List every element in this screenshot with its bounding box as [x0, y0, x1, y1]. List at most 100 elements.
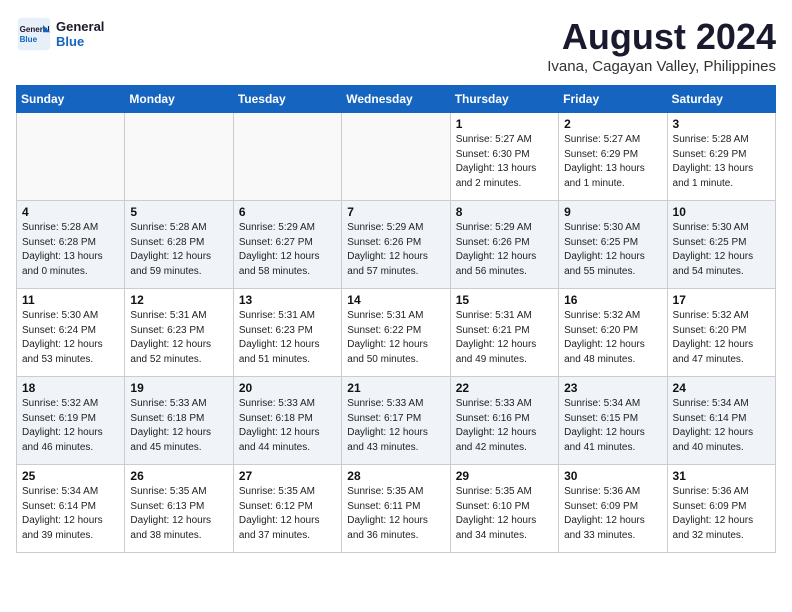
- day-info: Sunrise: 5:28 AM Sunset: 6:28 PM Dayligh…: [130, 221, 227, 279]
- day-number: 24: [673, 381, 770, 395]
- day-number: 8: [456, 205, 553, 219]
- day-number: 27: [239, 469, 336, 483]
- calendar-cell: 3Sunrise: 5:28 AM Sunset: 6:29 PM Daylig…: [667, 113, 775, 201]
- day-number: 16: [564, 293, 661, 307]
- day-info: Sunrise: 5:32 AM Sunset: 6:20 PM Dayligh…: [564, 309, 661, 367]
- day-info: Sunrise: 5:32 AM Sunset: 6:19 PM Dayligh…: [22, 397, 119, 455]
- calendar-cell: 29 Sunrise: 5:35 AM Sunset: 6:10 PM Dayli…: [450, 465, 558, 553]
- subtitle: Ivana, Cagayan Valley, Philippines: [547, 58, 776, 75]
- day-number: 25: [22, 469, 119, 483]
- calendar-cell: 4 Sunrise: 5:28 AM Sunset: 6:28 PM Daylig…: [17, 201, 125, 289]
- title-area: August 2024 Ivana, Cagayan Valley, Phili…: [547, 16, 776, 75]
- logo-icon: General Blue: [16, 16, 52, 52]
- day-number: 20: [239, 381, 336, 395]
- calendar-cell: 8Sunrise: 5:29 AM Sunset: 6:26 PM Daylig…: [450, 201, 558, 289]
- logo: General Blue General Blue: [16, 16, 104, 52]
- day-number: 3: [673, 117, 770, 131]
- day-info: Sunrise: 5:31 AM Sunset: 6:23 PM Dayligh…: [239, 309, 336, 367]
- day-info: Sunrise: 5:33 AM Sunset: 6:17 PM Dayligh…: [347, 397, 444, 455]
- weekday-header-row: SundayMondayTuesdayWednesdayThursdayFrid…: [17, 86, 776, 113]
- main-title: August 2024: [547, 16, 776, 58]
- day-number: 6: [239, 205, 336, 219]
- day-info: Sunrise: 5:35 AM Sunset: 6:12 PM Dayligh…: [239, 485, 336, 543]
- weekday-header-thursday: Thursday: [450, 86, 558, 113]
- day-info: Sunrise: 5:31 AM Sunset: 6:22 PM Dayligh…: [347, 309, 444, 367]
- calendar-cell: 5 Sunrise: 5:28 AM Sunset: 6:28 PM Daylig…: [125, 201, 233, 289]
- calendar-cell: 1 Sunrise: 5:27 AM Sunset: 6:30 PM Daylig…: [450, 113, 558, 201]
- day-number: 30: [564, 469, 661, 483]
- day-number: 5: [130, 205, 227, 219]
- day-number: 31: [673, 469, 770, 483]
- day-number: 2: [564, 117, 661, 131]
- weekday-header-tuesday: Tuesday: [233, 86, 341, 113]
- day-number: 17: [673, 293, 770, 307]
- calendar-cell: 15Sunrise: 5:31 AM Sunset: 6:21 PM Dayli…: [450, 289, 558, 377]
- day-info: Sunrise: 5:35 AM Sunset: 6:10 PM Dayligh…: [456, 485, 553, 543]
- day-number: 7: [347, 205, 444, 219]
- day-info: Sunrise: 5:27 AM Sunset: 6:29 PM Dayligh…: [564, 133, 661, 191]
- day-number: 4: [22, 205, 119, 219]
- calendar-cell: 16 Sunrise: 5:32 AM Sunset: 6:20 PM Dayli…: [559, 289, 667, 377]
- calendar-cell: 7 Sunrise: 5:29 AM Sunset: 6:26 PM Daylig…: [342, 201, 450, 289]
- day-number: 9: [564, 205, 661, 219]
- calendar-cell: 11 Sunrise: 5:30 AM Sunset: 6:24 PM Dayli…: [17, 289, 125, 377]
- day-info: Sunrise: 5:34 AM Sunset: 6:14 PM Dayligh…: [22, 485, 119, 543]
- calendar-cell: 25 Sunrise: 5:34 AM Sunset: 6:14 PM Dayli…: [17, 465, 125, 553]
- day-number: 22: [456, 381, 553, 395]
- calendar-cell: 9 Sunrise: 5:30 AM Sunset: 6:25 PM Daylig…: [559, 201, 667, 289]
- page-header: General Blue General Blue August 2024 Iv…: [16, 16, 776, 75]
- calendar-week-row: 4 Sunrise: 5:28 AM Sunset: 6:28 PM Daylig…: [17, 201, 776, 289]
- calendar-cell: 23 Sunrise: 5:34 AM Sunset: 6:15 PM Dayli…: [559, 377, 667, 465]
- day-number: 29: [456, 469, 553, 483]
- logo-general: General: [56, 19, 104, 34]
- calendar-cell: 13 Sunrise: 5:31 AM Sunset: 6:23 PM Dayli…: [233, 289, 341, 377]
- day-info: Sunrise: 5:34 AM Sunset: 6:15 PM Dayligh…: [564, 397, 661, 455]
- calendar-week-row: 18 Sunrise: 5:32 AM Sunset: 6:19 PM Dayli…: [17, 377, 776, 465]
- calendar-cell: 21Sunrise: 5:33 AM Sunset: 6:17 PM Dayli…: [342, 377, 450, 465]
- day-info: Sunrise: 5:34 AM Sunset: 6:14 PM Dayligh…: [673, 397, 770, 455]
- weekday-header-friday: Friday: [559, 86, 667, 113]
- day-info: Sunrise: 5:30 AM Sunset: 6:24 PM Dayligh…: [22, 309, 119, 367]
- day-info: Sunrise: 5:29 AM Sunset: 6:27 PM Dayligh…: [239, 221, 336, 279]
- calendar-cell: 26 Sunrise: 5:35 AM Sunset: 6:13 PM Dayli…: [125, 465, 233, 553]
- day-number: 15: [456, 293, 553, 307]
- day-number: 1: [456, 117, 553, 131]
- day-info: Sunrise: 5:31 AM Sunset: 6:23 PM Dayligh…: [130, 309, 227, 367]
- weekday-header-monday: Monday: [125, 86, 233, 113]
- calendar-cell: 27 Sunrise: 5:35 AM Sunset: 6:12 PM Dayli…: [233, 465, 341, 553]
- day-number: 18: [22, 381, 119, 395]
- day-number: 12: [130, 293, 227, 307]
- day-info: Sunrise: 5:35 AM Sunset: 6:11 PM Dayligh…: [347, 485, 444, 543]
- calendar-cell: 31Sunrise: 5:36 AM Sunset: 6:09 PM Dayli…: [667, 465, 775, 553]
- day-info: Sunrise: 5:32 AM Sunset: 6:20 PM Dayligh…: [673, 309, 770, 367]
- weekday-header-saturday: Saturday: [667, 86, 775, 113]
- day-number: 11: [22, 293, 119, 307]
- day-number: 10: [673, 205, 770, 219]
- calendar-week-row: 25 Sunrise: 5:34 AM Sunset: 6:14 PM Dayli…: [17, 465, 776, 553]
- calendar-cell: 30 Sunrise: 5:36 AM Sunset: 6:09 PM Dayli…: [559, 465, 667, 553]
- day-info: Sunrise: 5:35 AM Sunset: 6:13 PM Dayligh…: [130, 485, 227, 543]
- day-info: Sunrise: 5:36 AM Sunset: 6:09 PM Dayligh…: [564, 485, 661, 543]
- weekday-header-sunday: Sunday: [17, 86, 125, 113]
- calendar-cell: 19Sunrise: 5:33 AM Sunset: 6:18 PM Dayli…: [125, 377, 233, 465]
- calendar-cell: [125, 113, 233, 201]
- calendar-week-row: 1 Sunrise: 5:27 AM Sunset: 6:30 PM Daylig…: [17, 113, 776, 201]
- day-number: 26: [130, 469, 227, 483]
- calendar-cell: 20 Sunrise: 5:33 AM Sunset: 6:18 PM Dayli…: [233, 377, 341, 465]
- day-info: Sunrise: 5:33 AM Sunset: 6:18 PM Dayligh…: [239, 397, 336, 455]
- day-number: 28: [347, 469, 444, 483]
- day-info: Sunrise: 5:27 AM Sunset: 6:30 PM Dayligh…: [456, 133, 553, 191]
- calendar-week-row: 11 Sunrise: 5:30 AM Sunset: 6:24 PM Dayli…: [17, 289, 776, 377]
- day-number: 13: [239, 293, 336, 307]
- day-number: 23: [564, 381, 661, 395]
- calendar-cell: 24 Sunrise: 5:34 AM Sunset: 6:14 PM Dayli…: [667, 377, 775, 465]
- calendar-cell: 17 Sunrise: 5:32 AM Sunset: 6:20 PM Dayli…: [667, 289, 775, 377]
- day-info: Sunrise: 5:30 AM Sunset: 6:25 PM Dayligh…: [564, 221, 661, 279]
- day-info: Sunrise: 5:28 AM Sunset: 6:28 PM Dayligh…: [22, 221, 119, 279]
- calendar-table: SundayMondayTuesdayWednesdayThursdayFrid…: [16, 85, 776, 553]
- day-info: Sunrise: 5:33 AM Sunset: 6:18 PM Dayligh…: [130, 397, 227, 455]
- calendar-cell: 18 Sunrise: 5:32 AM Sunset: 6:19 PM Dayli…: [17, 377, 125, 465]
- calendar-cell: [233, 113, 341, 201]
- day-info: Sunrise: 5:29 AM Sunset: 6:26 PM Dayligh…: [347, 221, 444, 279]
- logo-blue: Blue: [56, 34, 104, 49]
